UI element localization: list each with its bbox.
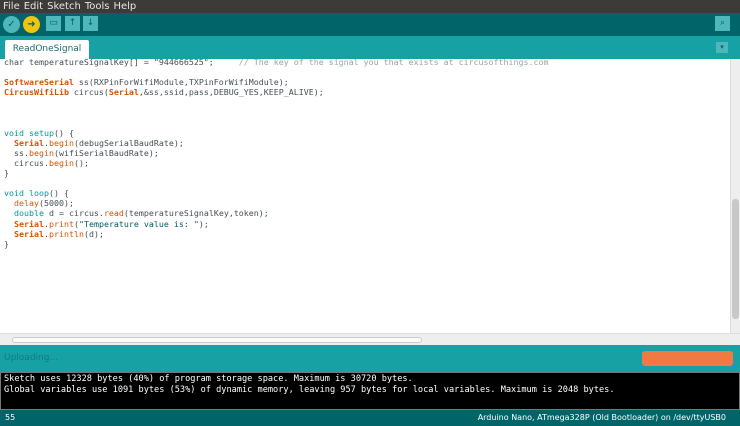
code-token: (wifiSerialBaudRate); [53,147,159,158]
code-token: void [4,127,24,138]
code-token: } [4,168,9,179]
code-token: ,&ss,ssid,pass,DEBUG_YES,KEEP_ALIVE); [138,87,324,98]
code-line: } [4,239,548,249]
code-token: SoftwareSerial [4,77,74,88]
code-token: void [4,188,24,199]
tab-readonesignal[interactable]: ReadOneSignal [5,40,89,59]
save-button[interactable]: ↓ [83,16,98,31]
code-token: loop [28,188,49,199]
code-token: ss(RXPinForWifiModule,TXPinForWifiModule… [73,77,289,88]
code-token: char temperatureSignalKey[] = "944666525… [4,59,239,67]
code-token: () { [48,188,69,199]
code-line: double d = circus.read(temperatureSignal… [4,208,548,218]
code-editor[interactable]: char temperatureSignalKey[] = "944666525… [0,59,740,333]
serial-monitor-button[interactable]: ⌕ [715,16,730,31]
code-token: Serial [14,137,44,148]
code-line: } [4,168,548,178]
vertical-scrollbar[interactable] [730,59,740,333]
new-button[interactable]: ▭ [46,16,61,31]
tab-menu-button[interactable]: ▾ [716,42,728,53]
code-token: (5000); [38,198,74,209]
code-token: begin [48,137,74,148]
code-line: delay(5000); [4,198,548,208]
upload-progress-bar [642,351,733,366]
status-bar: Uploading... [0,345,740,372]
code-token: print [48,218,74,229]
menu-tools[interactable]: Tools [85,1,110,12]
code-text: char temperatureSignalKey[] = "944666525… [4,59,548,249]
code-token: setup [28,127,54,138]
verify-button[interactable]: ✓ [3,16,20,33]
code-token: delay [14,198,39,209]
code-token: (d); [83,228,104,239]
code-token: begin [48,157,74,168]
code-token: circus( [68,87,109,98]
code-token: (temperatureSignalKey,token); [123,208,269,219]
menu-sketch[interactable]: Sketch [47,1,81,12]
menu-edit[interactable]: Edit [24,1,43,12]
code-line: void setup() { [4,128,548,138]
scroll-thumb[interactable] [12,337,422,343]
code-token: println [48,228,84,239]
board-info: Arduino Nano, ATmega328P (Old Bootloader… [477,413,726,422]
code-token: // The key of the signal you that exists… [238,59,549,67]
horizontal-scrollbar[interactable] [0,333,740,345]
code-line: Serial.begin(debugSerialBaudRate); [4,138,548,148]
line-number: 55 [5,413,16,422]
code-token: read [103,208,124,219]
code-token: begin [28,147,54,158]
console-line: Global variables use 1091 bytes (53%) of… [4,385,615,395]
upload-button[interactable]: ➜ [23,16,40,33]
code-line: Serial.println(d); [4,229,548,239]
code-token: (debugSerialBaudRate); [73,137,184,148]
open-button[interactable]: ↑ [65,16,80,31]
code-line: ss.begin(wifiSerialBaudRate); [4,148,548,158]
console-output: Sketch uses 12328 bytes (40%) of program… [0,372,740,410]
code-token: double [14,208,44,219]
code-line: void loop() { [4,188,548,198]
code-line: CircusWifiLib circus(Serial,&ss,ssid,pas… [4,87,548,97]
menu-file[interactable]: File [3,1,20,12]
code-token: d = circus. [43,208,104,219]
code-line: SoftwareSerial ss(RXPinForWifiModule,TXP… [4,77,548,87]
code-token: Serial [14,218,44,229]
tab-bar: ReadOneSignal ▾ [0,36,740,59]
menu-help[interactable]: Help [113,1,136,12]
code-line: Serial.print("Temperature value is: "); [4,219,548,229]
code-token: "Temperature value is: " [78,218,199,229]
code-token: CircusWifiLib [4,87,69,98]
code-token: Serial [14,228,44,239]
code-line: circus.begin(); [4,158,548,168]
code-token: Serial [108,87,139,98]
code-token: circus. [4,157,49,168]
toolbar: ✓ ➜ ▭ ↑ ↓ ⌕ [0,13,740,36]
scroll-thumb[interactable] [732,199,739,319]
code-token: () { [53,127,74,138]
menu-bar: File Edit Sketch Tools Help [0,0,740,13]
console-line: Sketch uses 12328 bytes (40%) of program… [4,374,413,384]
code-line: char temperatureSignalKey[] = "944666525… [4,59,548,67]
code-token: ); [198,218,209,229]
status-text: Uploading... [4,353,59,363]
footer: 55 Arduino Nano, ATmega328P (Old Bootloa… [0,410,740,426]
code-token: (); [73,157,89,168]
code-token: ss. [4,147,29,158]
code-token: } [4,238,9,249]
